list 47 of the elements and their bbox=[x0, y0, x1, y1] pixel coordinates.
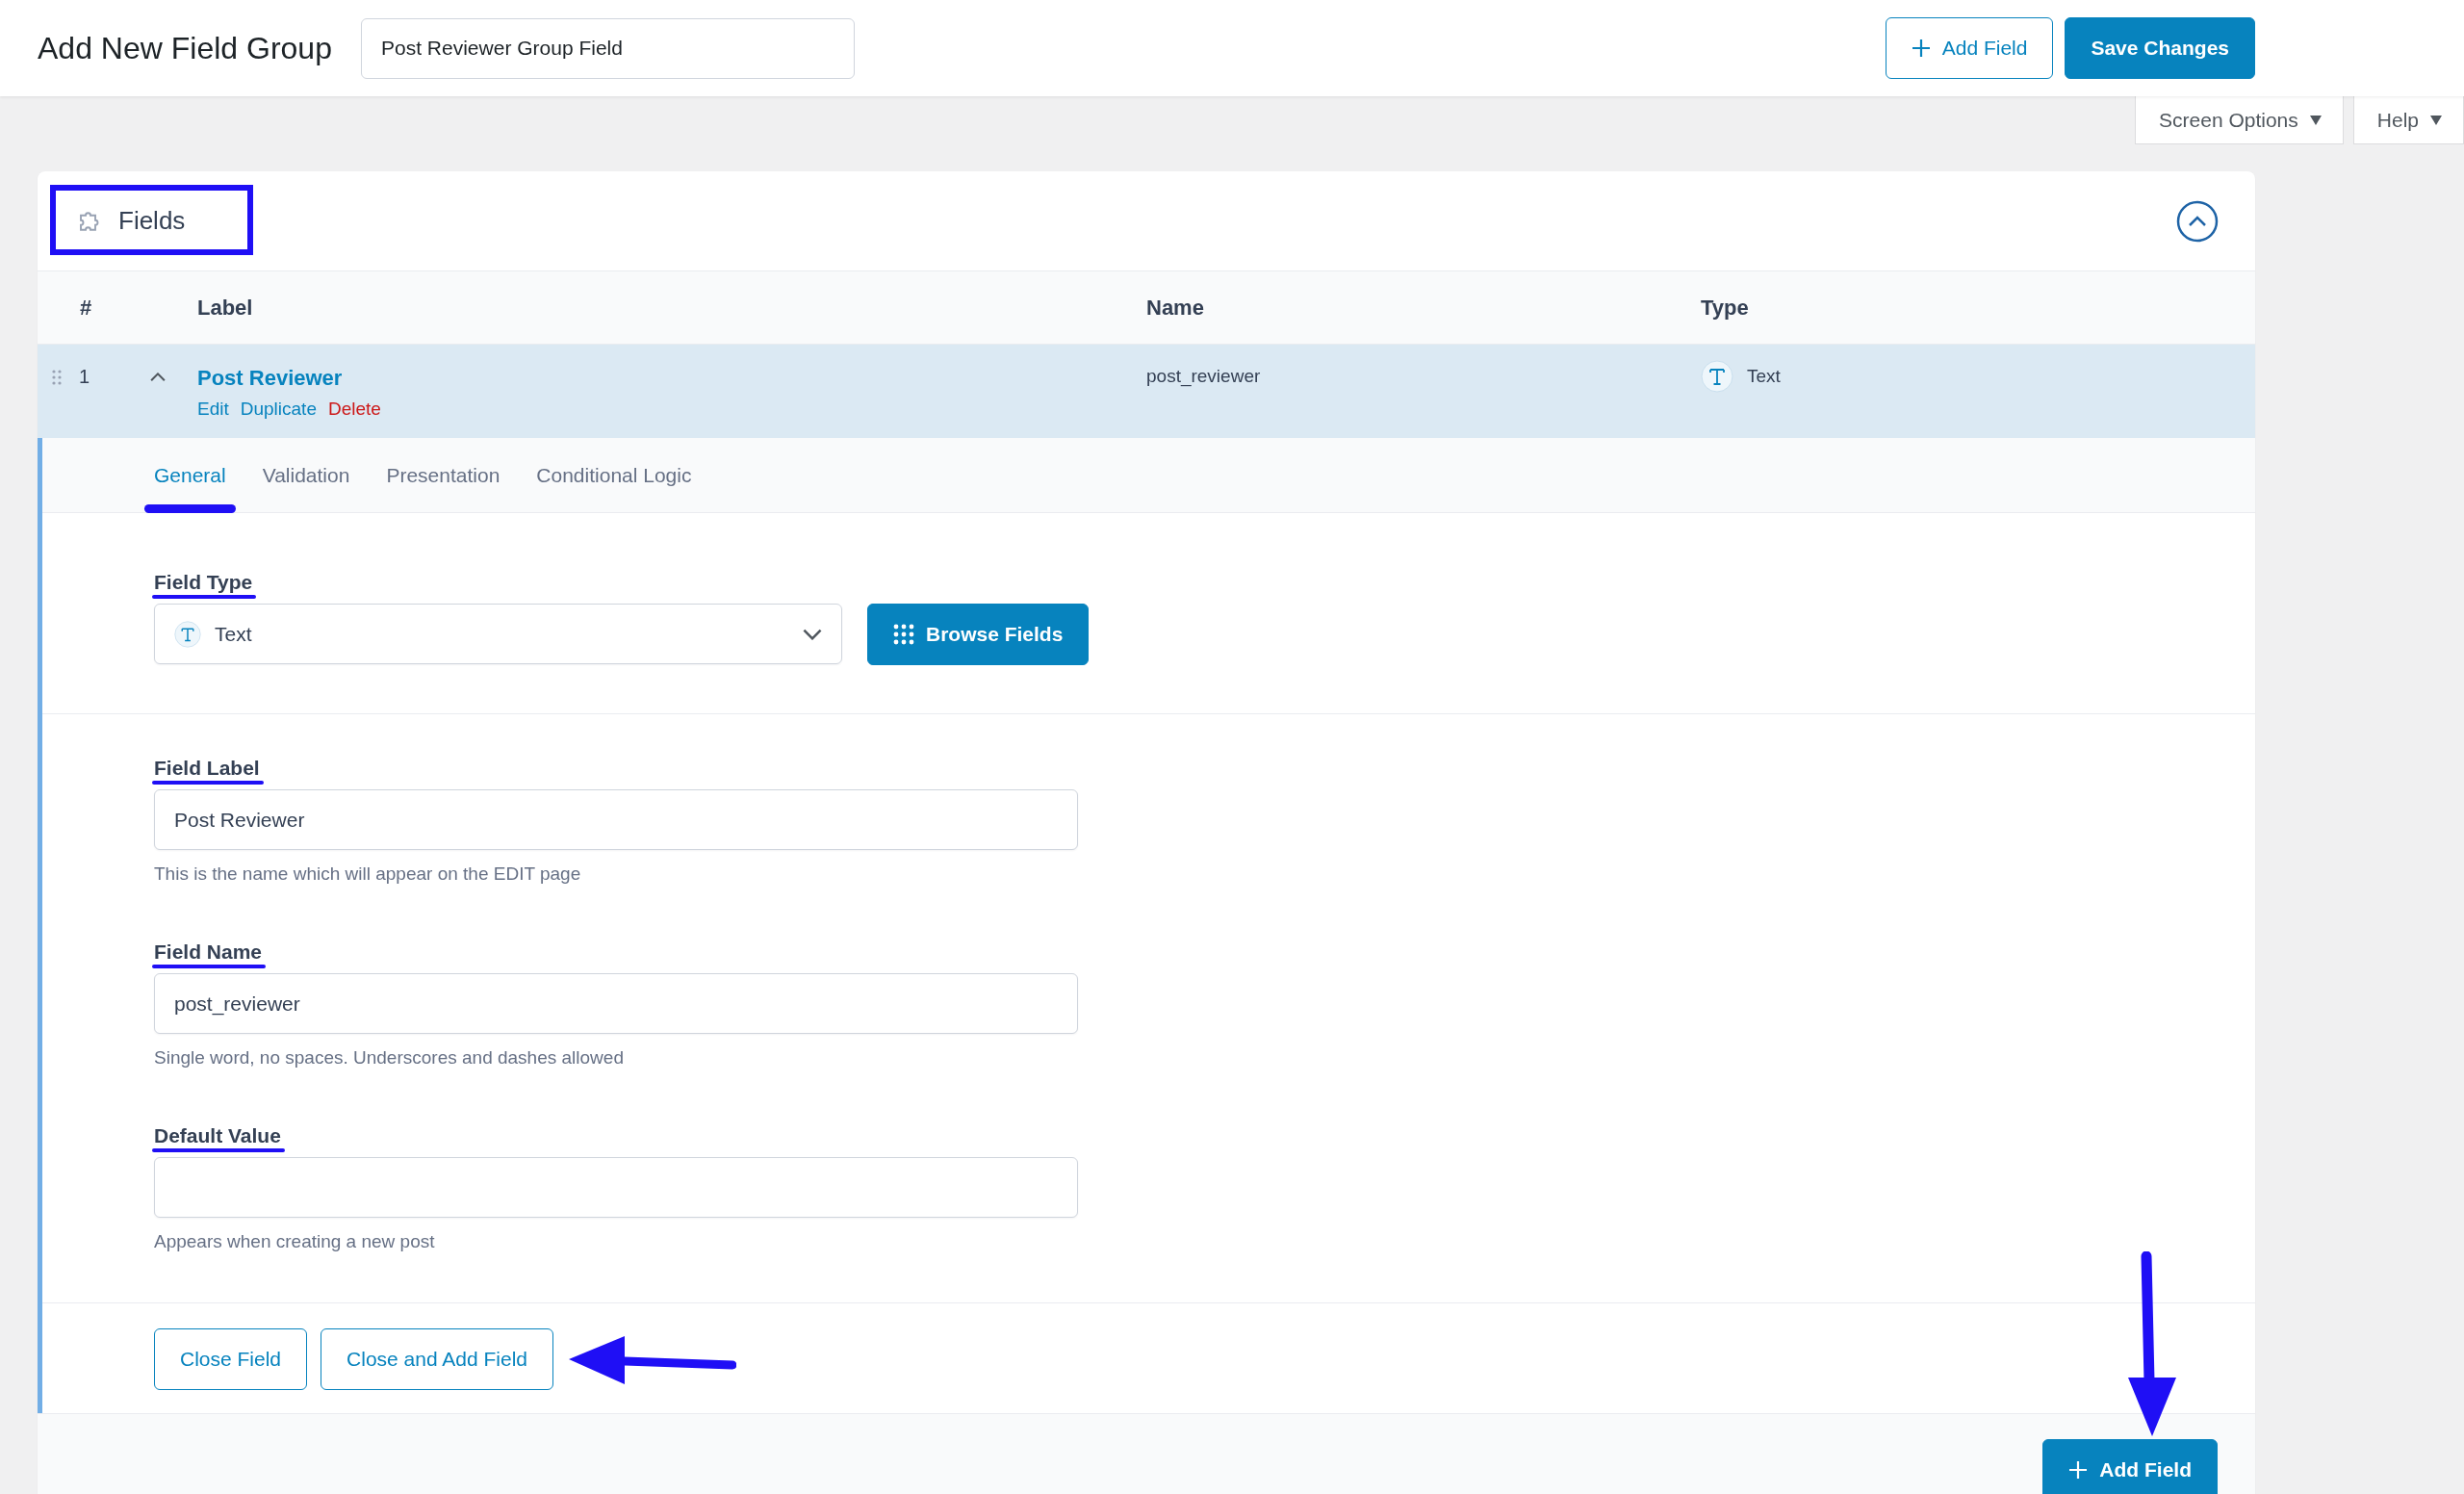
column-header: Label bbox=[197, 295, 253, 321]
field-type-cell: Text bbox=[1747, 366, 1781, 387]
text-type-icon bbox=[174, 620, 201, 648]
help-text: This is the name which will appear on the EDIT page bbox=[154, 863, 582, 885]
column-header: Type bbox=[1701, 295, 1749, 321]
collapse-icon[interactable] bbox=[2176, 199, 2219, 243]
dropdown-triangle-icon bbox=[2309, 115, 2322, 125]
close-and-add-button[interactable]: Close and Add Field bbox=[321, 1328, 553, 1390]
field-name-cell: post_reviewer bbox=[1146, 366, 1261, 387]
caret-down-icon bbox=[803, 628, 822, 640]
dropdown-triangle-icon bbox=[2430, 115, 2442, 125]
plus-icon bbox=[2068, 1460, 2089, 1480]
editor-tab[interactable]: General bbox=[144, 437, 236, 513]
panel-title: Fields bbox=[118, 206, 186, 236]
row-action-link[interactable]: Duplicate bbox=[240, 399, 317, 419]
screen-meta-tab[interactable]: Help bbox=[2352, 96, 2464, 144]
text-input-field[interactable] bbox=[154, 1157, 1078, 1218]
column-header: # bbox=[80, 295, 92, 321]
add-field-button[interactable]: Add Field bbox=[2042, 1439, 2218, 1494]
help-text: Single word, no spaces. Underscores and dashes allowed bbox=[154, 1047, 625, 1069]
row-action-link[interactable]: Delete bbox=[327, 399, 381, 419]
grid-icon bbox=[893, 624, 914, 645]
field-label: Field Label bbox=[154, 757, 260, 779]
row-action-link[interactable]: Edit bbox=[197, 399, 229, 419]
save-button[interactable]: Save Changes bbox=[2065, 17, 2255, 79]
text-input-field[interactable]: Post Reviewer bbox=[154, 789, 1078, 850]
row-number: 1 bbox=[79, 366, 91, 388]
field-label-link[interactable]: Post Reviewer bbox=[197, 366, 343, 391]
text-type-icon bbox=[1701, 360, 1733, 393]
editor-tab[interactable]: Conditional Logic bbox=[526, 437, 702, 513]
help-text: Appears when creating a new post bbox=[154, 1231, 436, 1252]
field-type-select[interactable]: Text bbox=[154, 604, 842, 664]
close-field-button[interactable]: Close Field bbox=[154, 1328, 308, 1390]
text-input-field[interactable]: post_reviewer bbox=[154, 973, 1078, 1034]
browse-fields-button[interactable]: Browse Fields bbox=[867, 604, 1090, 665]
plus-icon bbox=[1911, 39, 1931, 58]
page-title: Add New Field Group bbox=[38, 30, 333, 66]
field-label: Default Value bbox=[154, 1124, 281, 1146]
screen-meta-tab[interactable]: Screen Options bbox=[2135, 96, 2344, 144]
caret-up-icon bbox=[150, 372, 166, 382]
add-field-button[interactable]: Add Field bbox=[1885, 17, 2054, 79]
field-label: Field Name bbox=[154, 940, 263, 963]
group-name-field[interactable]: Post Reviewer Group Field bbox=[361, 17, 855, 79]
field-label: Field Type bbox=[154, 571, 253, 593]
editor-tab[interactable]: Presentation bbox=[376, 437, 510, 513]
editor-tab[interactable]: Validation bbox=[252, 437, 360, 513]
column-header: Name bbox=[1146, 295, 1204, 321]
